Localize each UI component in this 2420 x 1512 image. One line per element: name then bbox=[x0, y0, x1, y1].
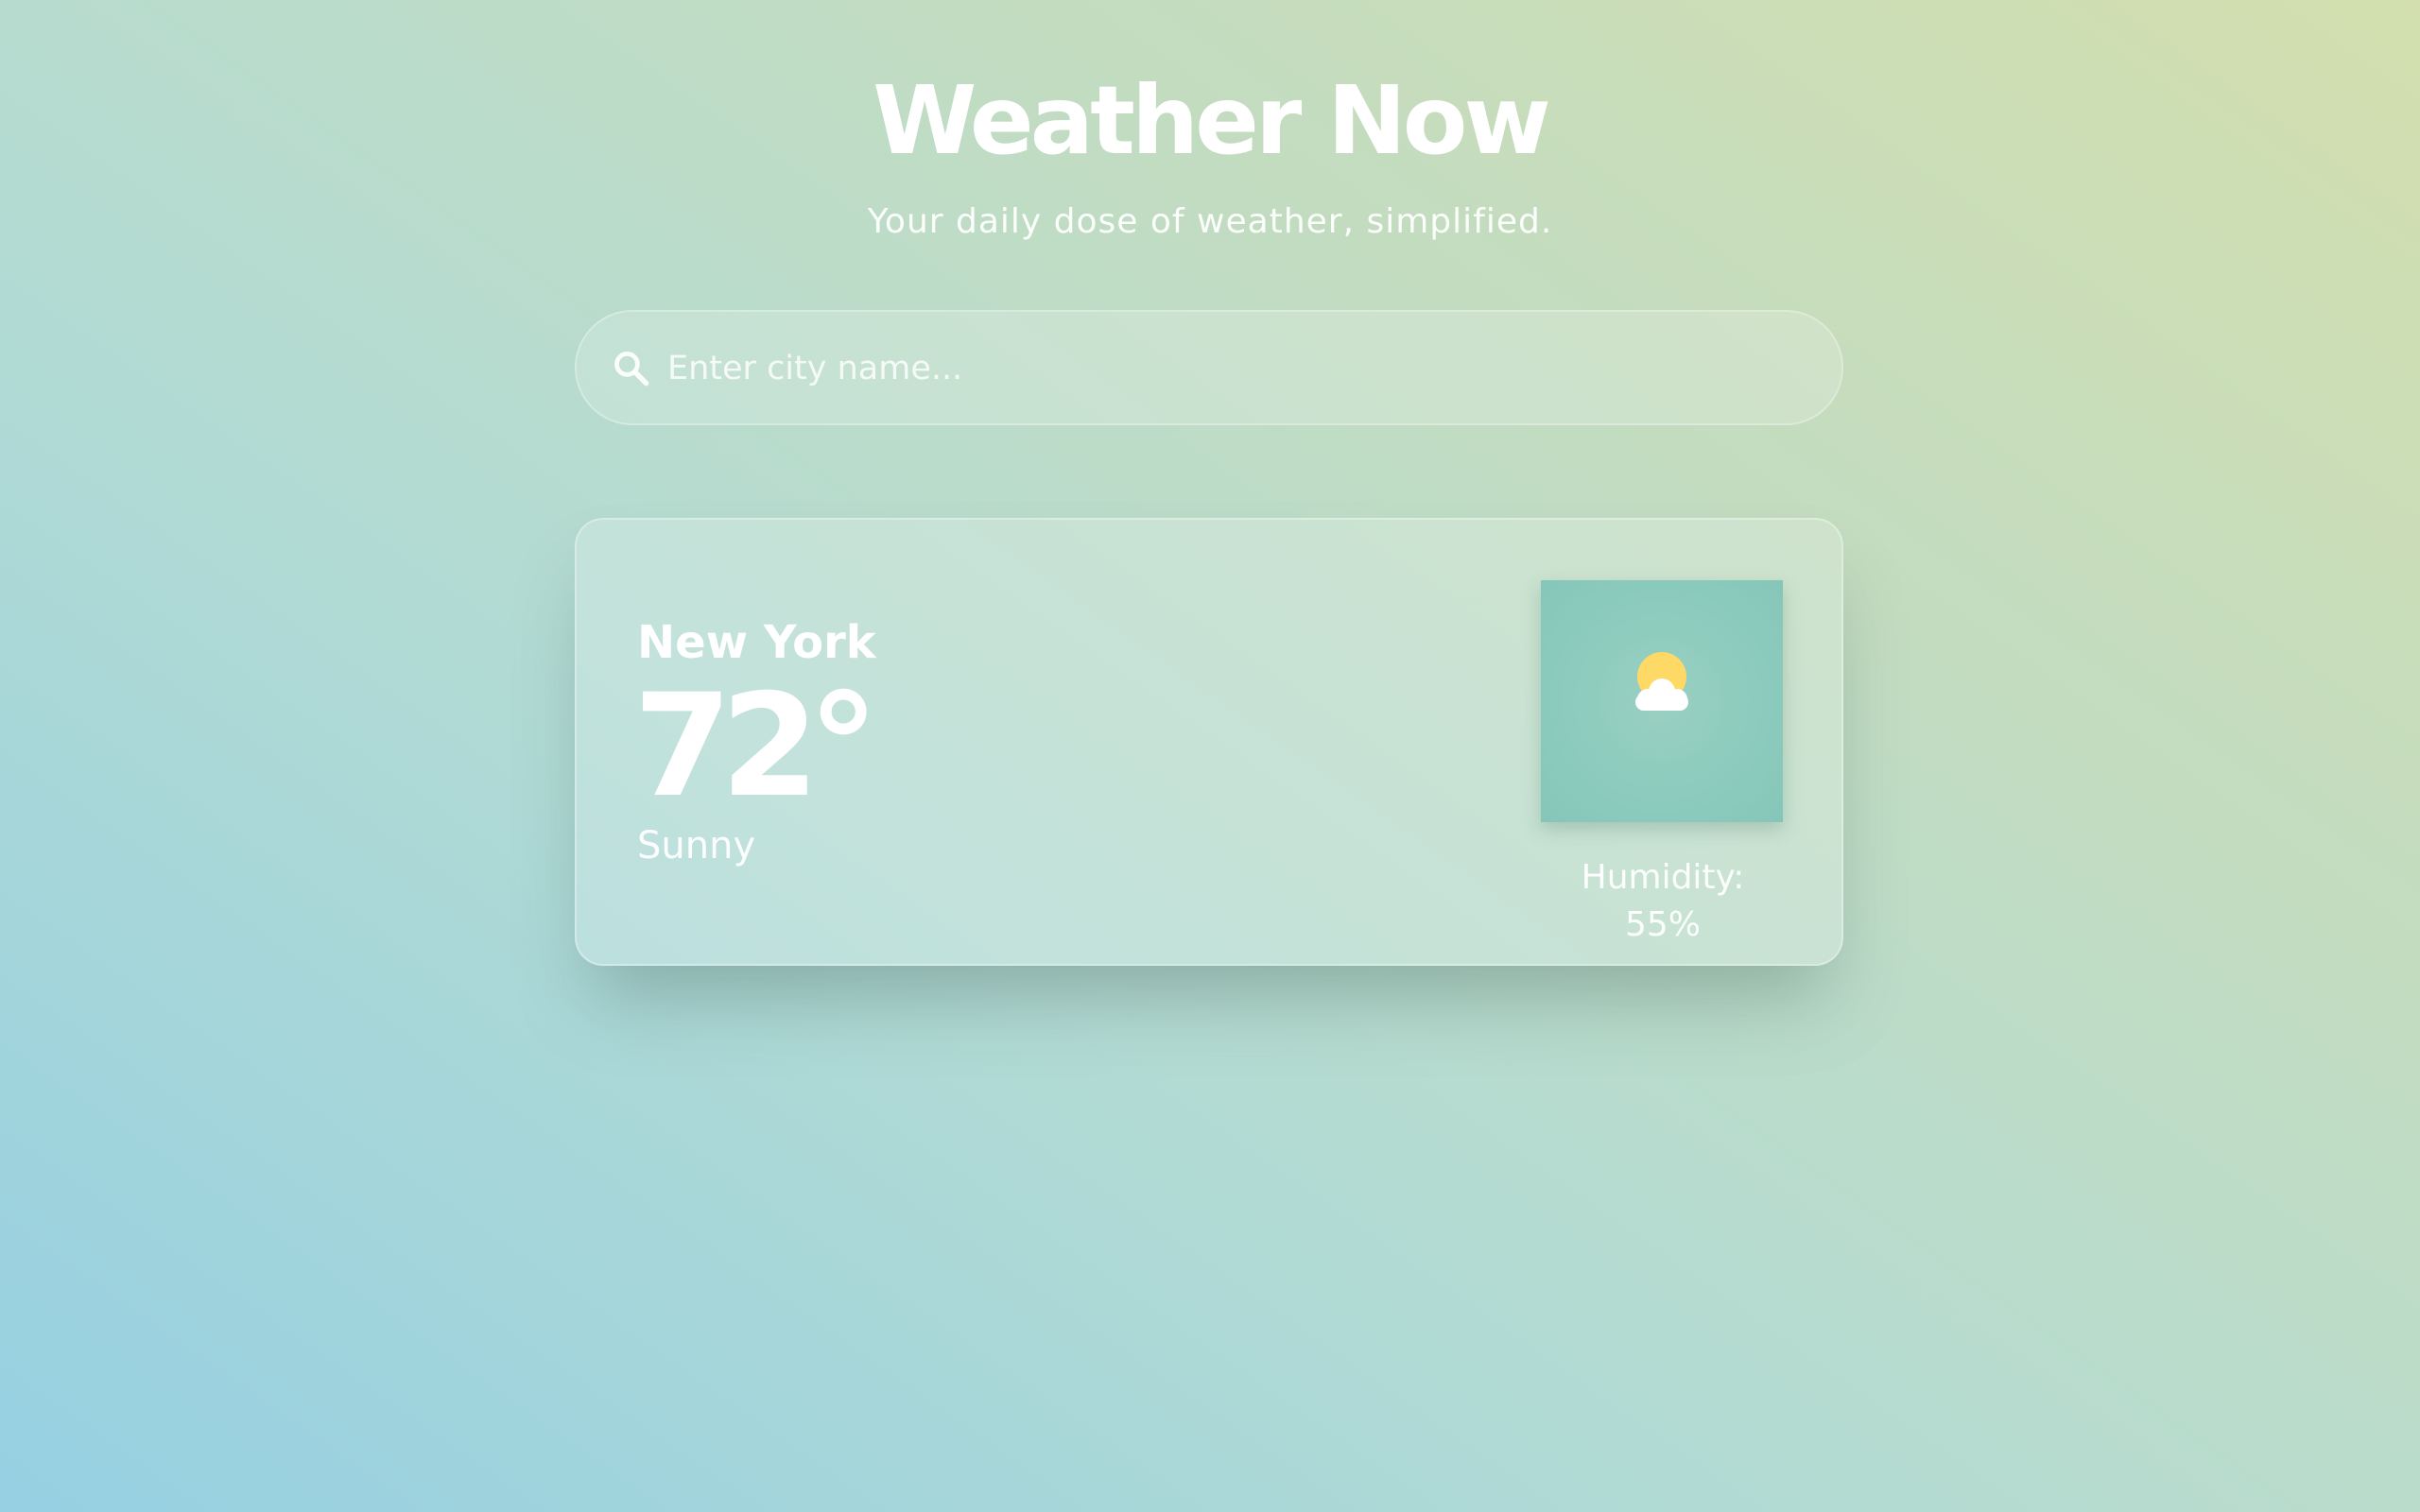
search-icon[interactable] bbox=[611, 348, 652, 389]
page-subtitle: Your daily dose of weather, simplified. bbox=[867, 202, 1553, 241]
city-search-input[interactable] bbox=[667, 338, 1802, 399]
search-bar[interactable] bbox=[575, 310, 1843, 425]
weather-app: Weather Now Your daily dose of weather, … bbox=[0, 0, 2420, 1512]
page-title: Weather Now bbox=[873, 65, 1551, 176]
humidity-readout: Humidity: 55% bbox=[1581, 858, 1745, 944]
weather-card: New York 72° Sunny Humidity: 55% bbox=[575, 518, 1843, 966]
weather-icon-panel bbox=[1541, 580, 1783, 822]
weather-condition: Sunny bbox=[637, 824, 756, 868]
partly-sunny-icon bbox=[1635, 652, 1688, 711]
temperature: 72° bbox=[633, 664, 879, 829]
